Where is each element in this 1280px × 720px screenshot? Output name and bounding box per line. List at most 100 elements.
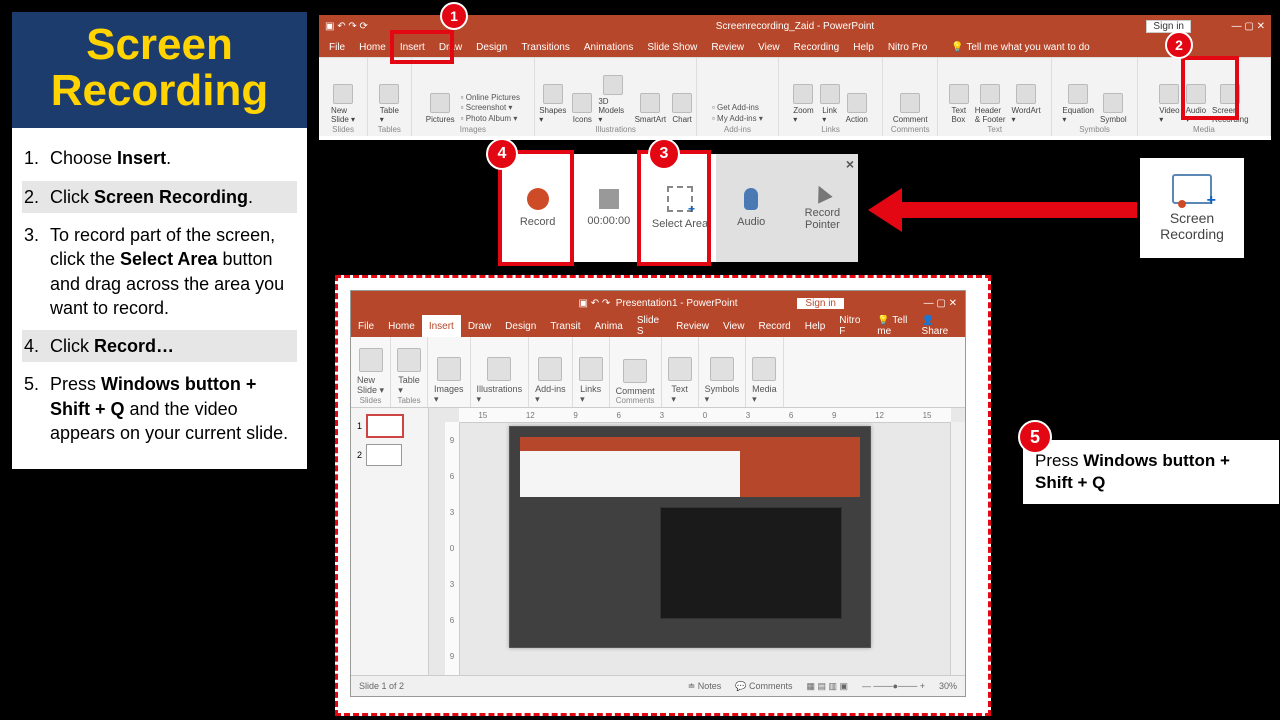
screen-recording-icon [1172, 174, 1212, 204]
mini-scrollbar[interactable] [950, 422, 965, 675]
ribbon-mini-items[interactable]: ▫ Online Pictures▫ Screenshot ▾▫ Photo A… [461, 93, 520, 124]
mini-sign-in[interactable]: Sign in [796, 297, 845, 310]
ribbon-item[interactable]: Pictures [426, 87, 455, 124]
pointer-icon [812, 182, 833, 203]
mini-tab[interactable]: Insert [422, 315, 461, 337]
mini-slide-thumbnails[interactable]: 12 [351, 408, 429, 675]
mini-slide-counter: Slide 1 of 2 [359, 681, 404, 691]
pointer-label: Record Pointer [787, 207, 858, 231]
sign-in-button[interactable]: Sign in [1146, 20, 1191, 33]
ribbon-group: Shapes▾Icons3DModels ▾SmartArtChartIllus… [535, 58, 697, 136]
mini-tab[interactable]: Slide S [630, 315, 669, 337]
ribbon-item[interactable]: Icons [572, 87, 592, 124]
step-item: 3.To record part of the screen, click th… [22, 219, 297, 324]
mini-comments-button[interactable]: 💬 Comments [735, 681, 792, 692]
ribbon-item[interactable]: TextBox [949, 78, 969, 124]
mini-share-button[interactable]: 👤 Share [922, 315, 965, 337]
ribbon-item[interactable]: Comment [893, 87, 928, 124]
ribbon-tab[interactable]: Design [476, 42, 507, 53]
ribbon-item[interactable]: 3DModels ▾ [598, 69, 628, 124]
record-pointer-toggle[interactable]: Record Pointer × [787, 154, 858, 262]
mini-thumbnail[interactable]: 1 [357, 414, 422, 438]
ribbon-item[interactable]: Action [846, 87, 868, 124]
ribbon-item[interactable]: SmartArt [635, 87, 667, 124]
ribbon-mini-items[interactable]: ▫ Get Add-ins▫ My Add-ins ▾ [712, 103, 763, 124]
marker-2: 2 [1165, 31, 1193, 59]
mini-ribbon-group[interactable]: Images▾ [428, 337, 471, 407]
mini-tab[interactable]: Draw [461, 315, 498, 337]
mini-ruler-horizontal: 151296303691215 [459, 408, 951, 423]
mini-tab[interactable]: Record [751, 315, 797, 337]
callout-arrow [868, 195, 1138, 225]
mini-ribbon-group[interactable]: Add-ins▾ [529, 337, 573, 407]
ribbon-tab[interactable]: Recording [794, 42, 840, 53]
ribbon-item[interactable]: Shapes▾ [539, 78, 566, 124]
highlight-insert-tab [390, 30, 454, 64]
mini-status-bar: Slide 1 of 2 ≐ Notes 💬 Comments ▦ ▤ ▥ ▣ … [351, 675, 965, 696]
close-toolbar[interactable]: × [846, 156, 854, 172]
audio-label: Audio [737, 216, 765, 228]
ribbon-tabs[interactable]: FileHomeInsertDrawDesignTransitionsAnima… [319, 37, 1271, 57]
ribbon-item[interactable]: Video▾ [1159, 78, 1179, 124]
ribbon-item[interactable]: Symbol [1100, 87, 1127, 124]
mini-tab[interactable]: File [351, 315, 381, 337]
mini-tab[interactable]: Home [381, 315, 422, 337]
ribbon-tab[interactable]: View [758, 42, 780, 53]
mini-ribbon-group[interactable]: Text▾ [662, 337, 699, 407]
mini-tab[interactable]: Anima [588, 315, 630, 337]
microphone-icon [744, 188, 758, 210]
mini-tab[interactable]: Nitro F [832, 315, 870, 337]
mini-ribbon-group[interactable]: Table▾Tables [391, 337, 428, 407]
ribbon-tab[interactable]: Animations [584, 42, 633, 53]
mini-tell-me[interactable]: 💡 Tell me [870, 315, 921, 337]
mini-ribbon: NewSlide ▾SlidesTable▾TablesImages▾Illus… [351, 337, 965, 408]
ribbon-tab[interactable]: Slide Show [647, 42, 697, 53]
mini-ribbon-group[interactable]: NewSlide ▾Slides [351, 337, 391, 407]
mini-window-controls[interactable]: — ▢ ✕ [924, 298, 957, 309]
ribbon-group: Zoom▾Link▾ActionLinks [779, 58, 884, 136]
ribbon-group: ▫ Get Add-ins▫ My Add-ins ▾Add-ins [697, 58, 779, 136]
mini-ribbon-group[interactable]: Symbols▾ [699, 337, 747, 407]
tell-me-box[interactable]: 💡 Tell me what you want to do [951, 42, 1089, 53]
mini-view-buttons[interactable]: ▦ ▤ ▥ ▣ [807, 681, 849, 692]
mini-window-title: Presentation1 - PowerPoint [616, 298, 738, 309]
mini-ribbon-group[interactable]: Links▾ [573, 337, 610, 407]
ribbon-group: Pictures▫ Online Pictures▫ Screenshot ▾▫… [412, 58, 536, 136]
title-line-2: Recording [12, 68, 307, 114]
highlight-select-area [637, 150, 711, 266]
mini-thumbnail[interactable]: 2 [357, 444, 422, 466]
result-preview-area: ▣ ↶ ↷ Presentation1 - PowerPoint Sign in… [335, 275, 991, 716]
ribbon-tab[interactable]: File [329, 42, 345, 53]
ribbon-tab[interactable]: Transitions [521, 42, 570, 53]
audio-toggle[interactable]: Audio [716, 154, 787, 262]
ribbon-tab[interactable]: Home [359, 42, 386, 53]
mini-tab[interactable]: Help [798, 315, 833, 337]
ribbon-tab[interactable]: Help [853, 42, 874, 53]
mini-ribbon-tabs[interactable]: FileHomeInsertDrawDesignTransitAnimaSlid… [351, 315, 965, 337]
mini-tab[interactable]: Review [669, 315, 716, 337]
mini-zoom-slider[interactable]: — ───●─── + [862, 681, 925, 691]
screen-recording-button-large[interactable]: Screen Recording [1137, 155, 1247, 261]
ribbon-item[interactable]: Table▾ [379, 78, 399, 124]
ribbon-tab[interactable]: Review [711, 42, 744, 53]
mini-tab[interactable]: Design [498, 315, 543, 337]
timer-value: 00:00:00 [587, 215, 630, 227]
ribbon-tab[interactable]: Nitro Pro [888, 42, 927, 53]
mini-ribbon-group[interactable]: Media▾ [746, 337, 784, 407]
ribbon-item[interactable]: Header& Footer [975, 78, 1006, 124]
mini-ribbon-group[interactable]: CommentComments [610, 337, 662, 407]
mini-tab[interactable]: Transit [543, 315, 587, 337]
window-controls[interactable]: — ▢ ✕ [1232, 21, 1265, 32]
mini-tab[interactable]: View [716, 315, 752, 337]
ribbon-item[interactable]: Chart [672, 87, 692, 124]
timer: 00:00:00 [573, 154, 644, 262]
ribbon-item[interactable]: WordArt▾ [1011, 78, 1040, 124]
mini-notes-button[interactable]: ≐ Notes [688, 681, 722, 692]
mini-ribbon-group[interactable]: Illustrations▾ [471, 337, 530, 407]
ribbon-item[interactable]: Equation▾ [1062, 78, 1094, 124]
mini-editor-body: 12 151296303691215 9630369 [351, 408, 965, 675]
ribbon-item[interactable]: NewSlide ▾ [331, 78, 355, 124]
ribbon-group: CommentComments [883, 58, 938, 136]
ribbon-item[interactable]: Zoom▾ [793, 78, 813, 124]
ribbon-item[interactable]: Link▾ [820, 78, 840, 124]
